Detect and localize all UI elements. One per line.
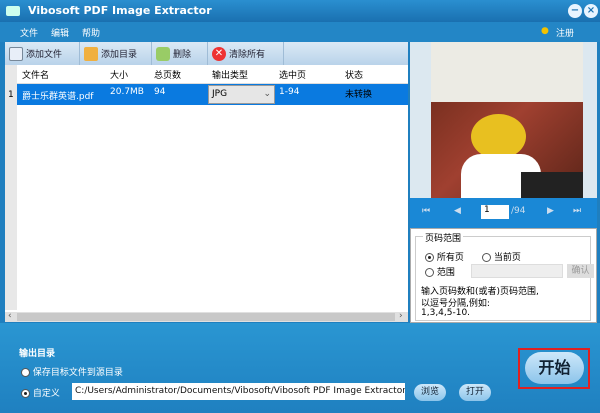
all-pages-radio[interactable]: 所有页 (425, 250, 464, 263)
range-input[interactable] (471, 264, 563, 278)
last-page-icon[interactable]: ⏭ (573, 206, 581, 216)
col-status[interactable]: 状态 (343, 65, 365, 84)
cell-status: 未转换 (345, 90, 373, 100)
add-folder-button[interactable]: 添加目录 (80, 42, 152, 65)
page-total: /94 (511, 206, 526, 216)
table-header: 文件名 大小 总页数 输出类型 选中页 状态 (17, 65, 408, 84)
title-bar: Vibosoft PDF Image Extractor − × (0, 0, 600, 22)
painting-figure (471, 114, 526, 159)
all-pages-label: 所有页 (436, 253, 464, 263)
cell-selected: 1-94 (279, 87, 300, 97)
close-button[interactable]: × (584, 4, 598, 18)
output-type-value: JPG (212, 89, 228, 99)
chevron-down-icon: ⌄ (263, 89, 271, 99)
minimize-button[interactable]: − (568, 4, 582, 18)
register-link[interactable]: 注册 (556, 26, 574, 39)
custom-radio[interactable]: 自定义 (21, 386, 60, 399)
add-file-button[interactable]: 添加文件 (5, 42, 80, 65)
current-page-label: 当前页 (493, 253, 521, 263)
menu-help[interactable]: 帮助 (82, 26, 100, 39)
clear-x-icon: ✕ (212, 46, 226, 61)
col-size[interactable]: 大小 (108, 65, 130, 84)
col-pages[interactable]: 总页数 (152, 65, 183, 84)
preview-painting (431, 102, 583, 198)
menu-edit[interactable]: 编辑 (51, 26, 69, 39)
col-type[interactable]: 输出类型 (210, 65, 250, 84)
output-path-input[interactable]: C:/Users/Administrator/Documents/Vibosof… (72, 383, 405, 400)
first-page-icon[interactable]: ⏮ (422, 206, 430, 216)
output-panel: 输出目录 保存目标文件到源目录 自定义 C:/Users/Administrat… (0, 323, 600, 413)
col-selected[interactable]: 选中页 (277, 65, 308, 84)
recycle-bin-icon (156, 46, 170, 61)
folder-icon (84, 46, 98, 61)
toolbar: 添加文件 添加目录 删除 ✕ 清除所有 (5, 42, 408, 65)
window-title: Vibosoft PDF Image Extractor (28, 4, 212, 17)
confirm-button[interactable]: 确认 (567, 264, 594, 278)
add-file-label: 添加文件 (26, 50, 63, 60)
range-label: 范围 (436, 268, 455, 278)
horizontal-scrollbar[interactable]: ‹ › (5, 311, 408, 322)
painting-piano (521, 172, 583, 198)
col-filename[interactable]: 文件名 (20, 65, 51, 84)
add-folder-label: 添加目录 (101, 50, 138, 60)
scroll-thumb[interactable] (17, 313, 395, 321)
preview-page-top (431, 42, 583, 102)
next-page-icon[interactable]: ▶ (547, 206, 554, 216)
menu-file[interactable]: 文件 (20, 26, 38, 39)
save-source-radio[interactable]: 保存目标文件到源目录 (21, 365, 123, 378)
app-logo-icon (6, 6, 20, 16)
delete-button[interactable]: 删除 (152, 42, 208, 65)
key-icon: ● (541, 26, 549, 36)
page-navigation: ⏮ ◀ 1 /94 ▶ ⏭ (410, 198, 597, 228)
start-button[interactable]: 开始 (525, 352, 584, 384)
cell-filename: 爵士乐群英谱.pdf (22, 92, 94, 102)
save-source-label: 保存目标文件到源目录 (32, 368, 123, 378)
page-number-input[interactable]: 1 (481, 205, 509, 219)
browse-button[interactable]: 浏览 (414, 384, 446, 401)
scroll-left-icon[interactable]: ‹ (8, 311, 12, 321)
page-preview (410, 42, 597, 198)
table-row[interactable]: 爵士乐群英谱.pdf 20.7MB 94 JPG ⌄ 1-94 未转换 (17, 84, 408, 105)
range-hint-3: 1,3,4,5-10. (421, 308, 471, 318)
current-page-radio[interactable]: 当前页 (482, 250, 521, 263)
clear-all-label: 清除所有 (229, 50, 266, 60)
file-table: 文件名 大小 总页数 输出类型 选中页 状态 1 爵士乐群英谱.pdf 20.7… (5, 65, 408, 322)
clear-all-button[interactable]: ✕ 清除所有 (208, 42, 284, 65)
custom-label: 自定义 (32, 389, 60, 399)
output-type-select[interactable]: JPG ⌄ (208, 85, 275, 104)
open-button[interactable]: 打开 (459, 384, 491, 401)
range-radio[interactable]: 范围 (425, 265, 455, 278)
output-title: 输出目录 (19, 349, 56, 359)
menu-bar: 文件 编辑 帮助 ● 注册 (0, 22, 600, 42)
add-file-icon (9, 46, 23, 61)
scroll-right-icon[interactable]: › (399, 311, 403, 321)
cell-pages: 94 (154, 87, 166, 97)
row-index: 1 (8, 90, 14, 100)
range-legend: 页码范围 (423, 231, 464, 244)
prev-page-icon[interactable]: ◀ (454, 206, 461, 216)
delete-label: 删除 (173, 50, 192, 60)
page-range-panel: 页码范围 所有页 当前页 范围 确认 输入页码数和(或者)页码范围, 以逗号分隔… (410, 228, 597, 323)
cell-size: 20.7MB (110, 87, 144, 97)
